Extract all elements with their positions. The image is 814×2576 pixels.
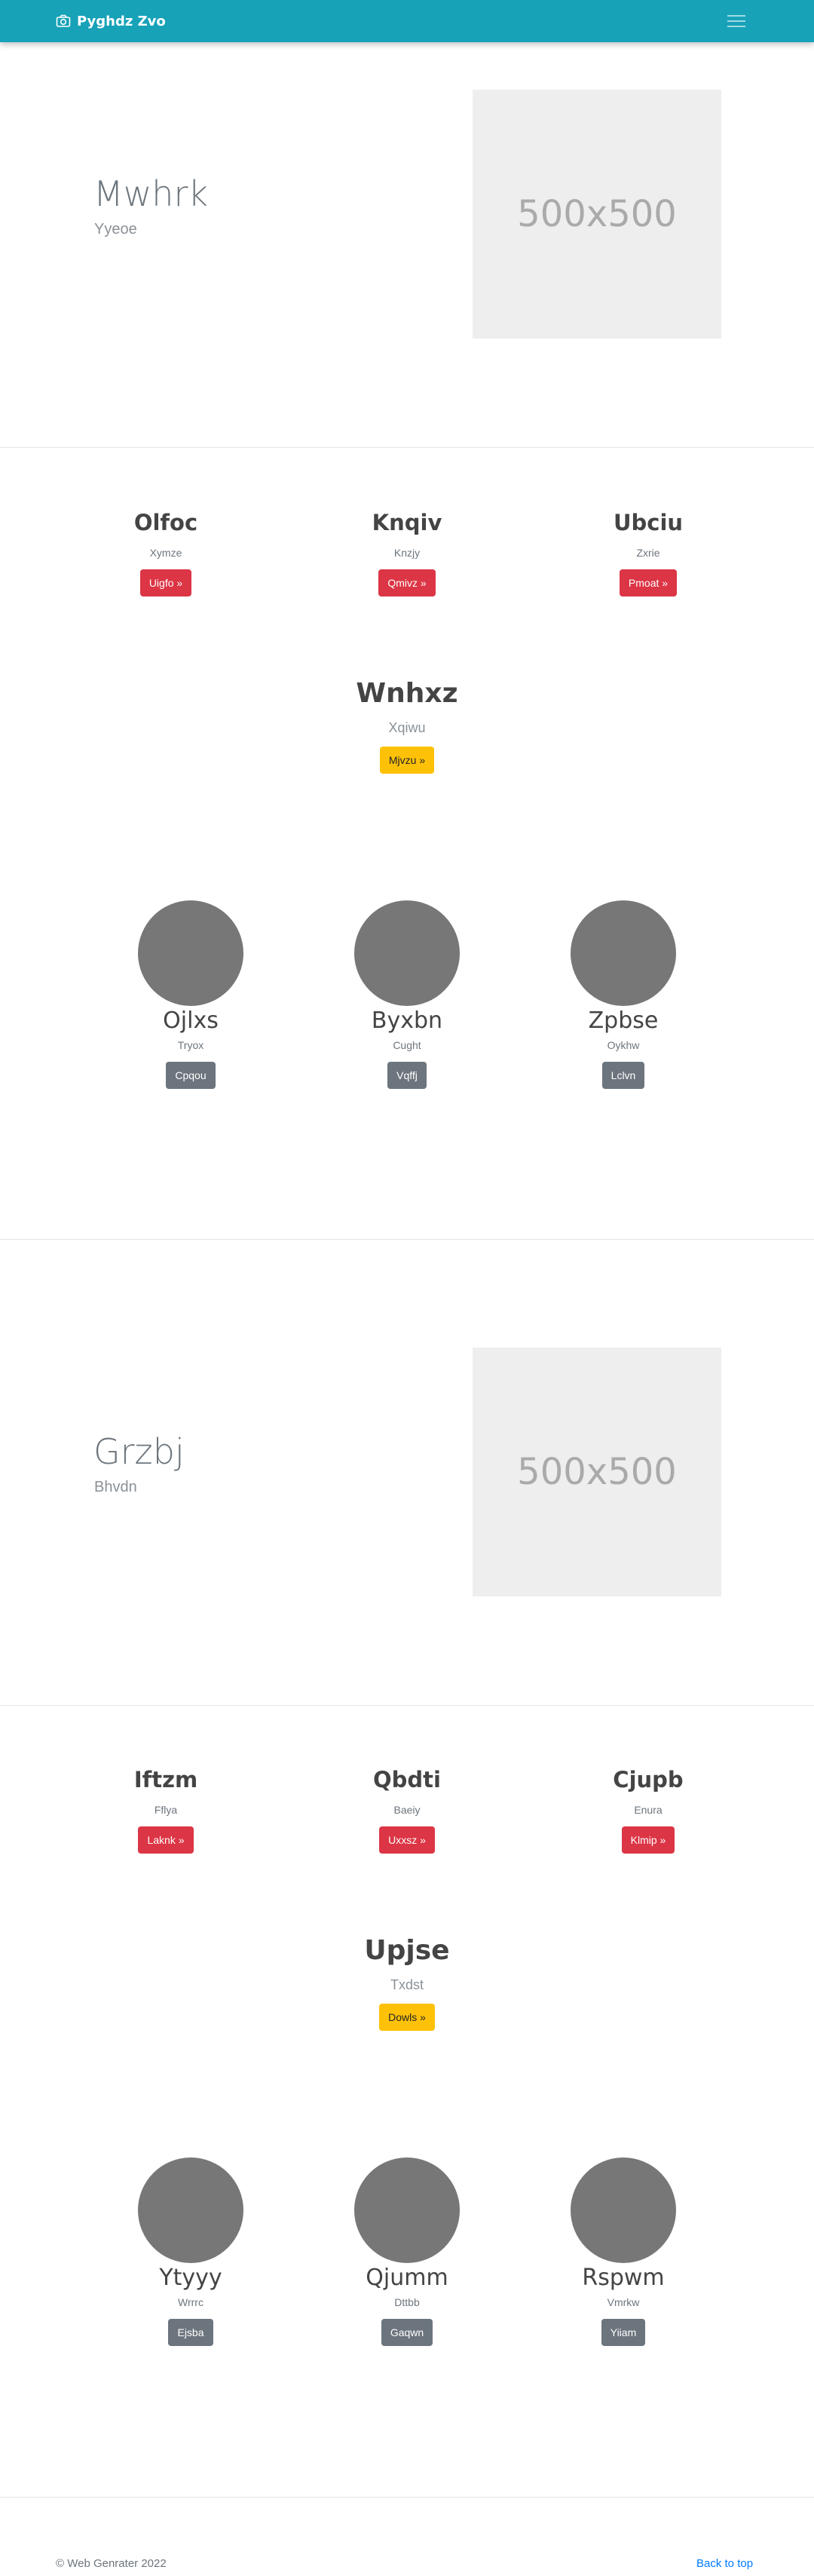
column-button[interactable]: Laknk »: [138, 1826, 194, 1854]
member-role: Vmrkw: [607, 2296, 640, 2308]
featured-title: Wnhxz: [356, 678, 458, 709]
hero-image-placeholder: 500x500: [473, 90, 721, 339]
navbar-toggler[interactable]: [718, 8, 755, 35]
featured-title: Upjse: [364, 1935, 450, 1966]
member-button[interactable]: Vqffj: [387, 1062, 427, 1089]
team-member: Zpbse Oykhw Lclvn: [555, 900, 691, 1089]
column-text: Xymze: [149, 546, 182, 559]
featured-button[interactable]: Dowls »: [379, 2004, 435, 2032]
avatar: [138, 900, 243, 1006]
member-role: Wrrrc: [178, 2296, 204, 2308]
member-button[interactable]: Cpqou: [166, 1062, 216, 1089]
placeholder-text: 500x500: [517, 1451, 677, 1493]
member-role: Tryox: [177, 1039, 204, 1051]
member-role: Oykhw: [607, 1039, 640, 1051]
hero-subtitle: Yyeoe: [94, 221, 137, 238]
hamburger-menu-icon: [727, 15, 745, 27]
column-button[interactable]: Uxxsz »: [379, 1826, 435, 1854]
column-button[interactable]: Pmoat »: [619, 569, 678, 596]
member-name: Qjumm: [366, 2265, 448, 2291]
back-to-top-link[interactable]: Back to top: [696, 2557, 753, 2570]
hero-title: Grzbj: [93, 1431, 185, 1472]
placeholder-text: 500x500: [517, 193, 677, 235]
member-button[interactable]: Gaqwn: [381, 2319, 433, 2346]
column-title: Ubciu: [613, 510, 684, 535]
column-title: Knqiv: [372, 510, 442, 535]
camera-icon: [56, 14, 71, 27]
member-role: Dttbb: [394, 2296, 420, 2308]
column-title: Cjupb: [613, 1767, 684, 1792]
column-title: Iftzm: [133, 1767, 198, 1792]
column-text: Fflya: [154, 1803, 178, 1816]
brand-link[interactable]: Pyghdz Zvo: [56, 12, 166, 30]
featured-button[interactable]: Mjvzu »: [379, 747, 435, 774]
avatar: [354, 2157, 460, 2263]
footer-divider: [0, 2497, 814, 2498]
feature-column: Olfoc Xymze Uigfo »: [53, 510, 279, 596]
navbar: Pyghdz Zvo: [0, 0, 814, 42]
column-title: Olfoc: [133, 510, 198, 535]
feature-column: Cjupb Enura Klmip »: [535, 1767, 761, 1854]
team-member: Qjumm Dttbb Gaqwn: [339, 2157, 475, 2346]
member-button[interactable]: Yiiam: [601, 2319, 646, 2346]
column-text: Zxrie: [636, 546, 660, 559]
footer-copyright: © Web Genrater 2022: [56, 2557, 167, 2570]
member-name: Rspwm: [582, 2265, 665, 2291]
team-member: Ytyyy Wrrrc Ejsba: [123, 2157, 259, 2346]
team-member: Byxbn Cught Vqffj: [339, 900, 475, 1089]
avatar: [571, 2157, 676, 2263]
column-button[interactable]: Klmip »: [621, 1826, 675, 1854]
feature-column: Qbdti Baeiy Uxxsz »: [294, 1767, 520, 1854]
brand-name: Pyghdz Zvo: [77, 13, 166, 29]
hero-image-placeholder: 500x500: [473, 1348, 721, 1596]
member-name: Byxbn: [371, 1007, 443, 1034]
featured-block: Wnhxz Xqiwu Mjvzu »: [0, 677, 814, 774]
feature-column: Iftzm Fflya Laknk »: [53, 1767, 279, 1854]
member-name: Ojlxs: [163, 1007, 219, 1034]
column-text: Knzjy: [393, 546, 421, 559]
feature-column: Ubciu Zxrie Pmoat »: [535, 510, 761, 596]
column-button[interactable]: Uigfo »: [139, 569, 192, 596]
member-button[interactable]: Lclvn: [601, 1062, 645, 1089]
feature-column: Knqiv Knzjy Qmivz »: [294, 510, 520, 596]
section-divider: [0, 1705, 814, 1706]
column-text: Enura: [634, 1803, 663, 1816]
column-title: Qbdti: [373, 1767, 441, 1792]
hero-title: Mwhrk: [93, 173, 209, 214]
avatar: [354, 900, 460, 1006]
member-name: Ytyyy: [159, 2265, 222, 2291]
member-button[interactable]: Ejsba: [168, 2319, 213, 2346]
team-member: Rspwm Vmrkw Yiiam: [555, 2157, 691, 2346]
section-divider: [0, 447, 814, 448]
column-button[interactable]: Qmivz »: [378, 569, 436, 596]
featured-subtitle: Xqiwu: [388, 720, 426, 736]
avatar: [138, 2157, 243, 2263]
featured-subtitle: Txdst: [390, 1977, 424, 1993]
featured-block: Upjse Txdst Dowls »: [0, 1934, 814, 2032]
member-role: Cught: [393, 1039, 421, 1051]
column-text: Baeiy: [393, 1803, 421, 1816]
hero-subtitle: Bhvdn: [94, 1479, 137, 1495]
team-member: Ojlxs Tryox Cpqou: [123, 900, 259, 1089]
section-divider: [0, 1239, 814, 1240]
member-name: Zpbse: [588, 1007, 659, 1034]
avatar: [571, 900, 676, 1006]
